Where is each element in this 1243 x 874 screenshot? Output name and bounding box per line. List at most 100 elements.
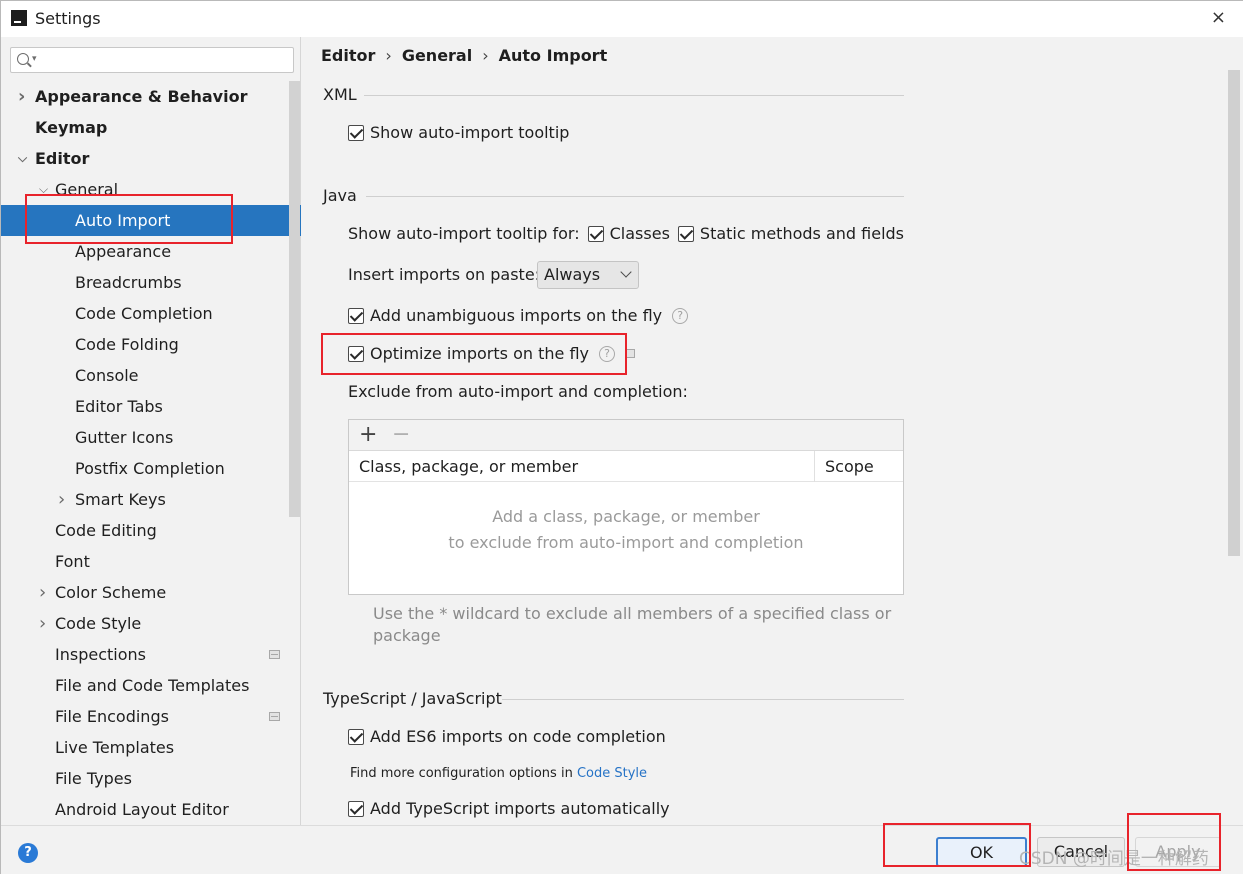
sidebar-item-code-folding[interactable]: Code Folding [1, 329, 289, 360]
remove-icon[interactable]: − [392, 422, 410, 447]
sidebar-item-label: Auto Import [75, 211, 171, 230]
sidebar-item-label: Editor Tabs [75, 397, 163, 416]
chevron-down-icon[interactable]: ⌵ [39, 174, 48, 205]
insert-on-paste-value: Always [544, 265, 601, 284]
sidebar-item-file-encodings[interactable]: File Encodings [1, 701, 289, 732]
section-title-java: Java [323, 186, 357, 205]
java-unambiguous-option[interactable]: Add unambiguous imports on the fly ? [348, 306, 689, 325]
sidebar-item-label: Appearance & Behavior [35, 87, 248, 106]
java-static-methods-label: Static methods and fields [699, 224, 904, 243]
ok-button[interactable]: OK [936, 837, 1027, 867]
sidebar-item-general[interactable]: ⌵ General [1, 174, 289, 205]
sidebar-item-font[interactable]: Font [1, 546, 289, 577]
sidebar-item-appearance-behavior[interactable]: › Appearance & Behavior [1, 81, 289, 112]
sidebar-item-label: Inspections [55, 645, 146, 664]
sidebar-item-postfix-completion[interactable]: Postfix Completion [1, 453, 289, 484]
column-header-member[interactable]: Class, package, or member [359, 457, 578, 476]
sidebar-item-code-completion[interactable]: Code Completion [1, 298, 289, 329]
java-static-methods-checkbox[interactable] [677, 225, 694, 242]
breadcrumb-separator: › [482, 46, 489, 65]
watermark-text: CSDN @时间是一种解药 [1019, 849, 1209, 869]
sidebar-item-code-style[interactable]: › Code Style [1, 608, 289, 639]
sidebar-item-gutter-icons[interactable]: Gutter Icons [1, 422, 289, 453]
ts-auto-checkbox[interactable] [348, 800, 364, 817]
sidebar-scrollbar[interactable] [289, 81, 300, 517]
ts-es6-option[interactable]: Add ES6 imports on code completion [348, 727, 666, 746]
exclude-table-empty-text: Add a class, package, or member to exclu… [349, 504, 903, 556]
sidebar-item-label: Breadcrumbs [75, 273, 182, 292]
java-exclude-label: Exclude from auto-import and completion: [348, 382, 688, 401]
search-history-caret-icon[interactable]: ▾ [32, 54, 37, 64]
java-optimize-checkbox[interactable] [348, 345, 364, 362]
java-optimize-option[interactable]: Optimize imports on the fly ? [348, 344, 635, 363]
content-scrollbar[interactable] [1228, 70, 1240, 556]
chevron-right-icon[interactable]: › [18, 81, 25, 112]
ts-es6-checkbox[interactable] [348, 728, 364, 745]
breadcrumb-separator: › [385, 46, 392, 65]
search-input[interactable] [45, 50, 285, 70]
sidebar-item-inspections[interactable]: Inspections [1, 639, 289, 670]
sidebar-item-appearance[interactable]: Appearance [1, 236, 289, 267]
xml-show-tooltip-checkbox[interactable] [348, 124, 364, 141]
sidebar-item-keymap[interactable]: Keymap [1, 112, 289, 143]
java-optimize-label: Optimize imports on the fly [370, 344, 589, 363]
sidebar-item-file-types[interactable]: File Types [1, 763, 289, 794]
sidebar-item-label: Code Editing [55, 521, 157, 540]
settings-tree: › Appearance & Behavior Keymap ⌵ Editor ⌵ Gene… [1, 81, 301, 825]
sidebar-item-editor-tabs[interactable]: Editor Tabs [1, 391, 289, 422]
java-classes-checkbox[interactable] [587, 225, 604, 242]
help-icon[interactable]: ? [598, 345, 615, 362]
sidebar-item-auto-import[interactable]: Auto Import [1, 205, 301, 236]
search-icon [17, 53, 29, 65]
sidebar-item-label: General [55, 180, 119, 199]
chevron-right-icon[interactable]: › [39, 577, 46, 608]
add-icon[interactable]: + [359, 422, 377, 447]
sidebar-item-live-templates[interactable]: Live Templates [1, 732, 289, 763]
java-unambiguous-label: Add unambiguous imports on the fly [370, 306, 663, 325]
sidebar-item-smart-keys[interactable]: › Smart Keys [1, 484, 289, 515]
sidebar-item-color-scheme[interactable]: › Color Scheme [1, 577, 289, 608]
more-options-prefix: Find more configuration options in [350, 766, 573, 781]
insert-on-paste-dropdown[interactable]: Always [537, 261, 639, 289]
sidebar-item-label: Code Folding [75, 335, 179, 354]
breadcrumb-auto-import: Auto Import [498, 46, 608, 65]
chevron-right-icon[interactable]: › [58, 484, 65, 515]
column-header-scope[interactable]: Scope [825, 457, 874, 476]
breadcrumb: Editor › General › Auto Import [321, 46, 607, 65]
xml-show-tooltip-option[interactable]: Show auto-import tooltip [348, 123, 569, 142]
settings-search[interactable]: ▾ [10, 47, 294, 73]
exclude-table-toolbar: + − [349, 420, 903, 451]
sidebar-item-android-layout-editor[interactable]: Android Layout Editor [1, 794, 289, 825]
sidebar-item-label: Code Completion [75, 304, 213, 323]
ts-es6-label: Add ES6 imports on code completion [370, 727, 666, 746]
breadcrumb-editor: Editor [321, 46, 376, 65]
section-divider [364, 95, 904, 96]
project-scope-icon [269, 712, 280, 721]
settings-sidebar: ▾ › Appearance & Behavior Keymap ⌵ Editor ⌵ Ge… [1, 37, 301, 825]
section-divider [502, 699, 904, 700]
window-title: Settings [35, 9, 101, 28]
chevron-down-icon[interactable]: ⌵ [18, 143, 27, 174]
settings-window: Settings × ▾ › Appearance & Behavior Keyma… [0, 0, 1243, 874]
sidebar-item-editor[interactable]: ⌵ Editor [1, 143, 289, 174]
project-scope-icon [269, 650, 280, 659]
code-style-link[interactable]: Code Style [577, 766, 647, 781]
help-button-icon[interactable]: ? [18, 843, 38, 863]
xml-show-tooltip-label: Show auto-import tooltip [370, 123, 570, 142]
sidebar-item-label: Gutter Icons [75, 428, 174, 447]
sidebar-item-breadcrumbs[interactable]: Breadcrumbs [1, 267, 289, 298]
sidebar-item-file-and-code-templates[interactable]: File and Code Templates [1, 670, 289, 701]
sidebar-item-label: File Encodings [55, 707, 169, 726]
exclude-table-header: Class, package, or member Scope [349, 451, 903, 482]
ts-auto-option[interactable]: Add TypeScript imports automatically [348, 799, 670, 818]
java-unambiguous-checkbox[interactable] [348, 307, 364, 324]
title-bar: Settings × [1, 1, 1243, 37]
sidebar-item-label: File and Code Templates [55, 676, 250, 695]
section-title-typescript: TypeScript / JavaScript [323, 689, 502, 708]
chevron-right-icon[interactable]: › [39, 608, 46, 639]
sidebar-item-code-editing[interactable]: Code Editing [1, 515, 289, 546]
close-icon[interactable]: × [1211, 7, 1226, 28]
sidebar-item-console[interactable]: Console [1, 360, 289, 391]
column-divider [814, 451, 815, 482]
help-icon[interactable]: ? [672, 307, 689, 324]
